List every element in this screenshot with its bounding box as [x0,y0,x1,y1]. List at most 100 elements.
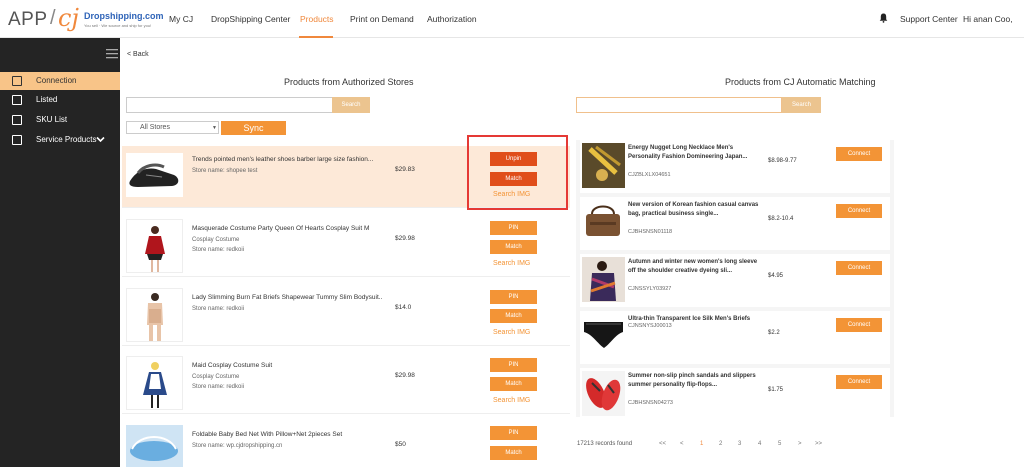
product-image [126,425,183,467]
product-image [582,314,625,359]
logo-cj-mark[interactable]: cj [58,4,79,32]
records-count: 17213 records found [577,441,633,447]
search-img-link[interactable]: Search IMG [493,397,530,404]
left-search-button[interactable]: Search [332,97,370,113]
bell-icon[interactable] [879,13,888,23]
pager-last[interactable]: >> [815,441,822,447]
match-button[interactable]: Match [490,309,537,323]
pin-button[interactable]: PIN [490,221,537,235]
product-title: Trends pointed men's leather shoes barbe… [192,156,374,163]
product-image [126,219,183,273]
nav-active-indicator [299,36,333,38]
nav-my-cj[interactable]: My CJ [169,14,193,24]
search-img-link[interactable]: Search IMG [493,260,530,267]
product-price: $29.83 [395,166,415,173]
top-navigation-bar: APP / cj Dropshipping.com You sell · We … [0,0,1024,38]
store-product-row: Maid Cosplay Costume Suit Cosplay Costum… [122,352,570,414]
cj-product-title: Summer non-slip pinch sandals and slippe… [628,373,756,388]
sidebar-item-label: Connection [36,76,77,85]
pager-prev[interactable]: < [680,441,684,447]
store-select[interactable]: All Stores [126,121,219,134]
right-search-button[interactable]: Search [782,97,821,113]
search-img-link[interactable]: Search IMG [493,329,530,336]
sidebar-item-listed[interactable]: Listed [0,91,120,109]
pager-page-2[interactable]: 2 [719,441,722,447]
nav-support-center[interactable]: Support Center [900,14,958,24]
store-name: Store name: wp.cjdropshipping.cn [192,443,283,449]
pin-button[interactable]: PIN [490,426,537,440]
pager-page-3[interactable]: 3 [738,441,741,447]
match-button[interactable]: Match [490,377,537,391]
pager-page-5[interactable]: 5 [778,441,781,447]
cj-product-title: New version of Korean fashion casual can… [628,202,759,217]
listed-icon [12,95,22,105]
menu-toggle-icon[interactable] [106,49,118,59]
connect-button[interactable]: Connect [836,147,882,161]
left-search-input[interactable] [126,97,333,113]
cj-product-row: Ultra-thin Transparent Ice Silk Men's Br… [580,311,890,364]
cj-product-row: New version of Korean fashion casual can… [580,197,890,250]
cj-product-row: Energy Nugget Long Necklace Men's Person… [580,140,890,193]
user-greeting[interactable]: Hi anan Coo, [963,14,1013,24]
sidebar-item-label: Listed [36,95,58,104]
cj-product-title: Energy Nugget Long Necklace Men's Person… [628,145,748,160]
left-panel-title: Products from Authorized Stores [284,77,414,87]
sidebar-item-label: SKU List [36,115,68,124]
sidebar-item-label: Service Products [36,135,97,144]
nav-print-on-demand[interactable]: Print on Demand [350,14,414,24]
logo-brand-text[interactable]: Dropshipping.com [84,11,164,21]
cj-product-price: $4.95 [768,273,784,279]
product-price: $29.98 [395,372,415,379]
cj-product-row: Autumn and winter new women's long sleev… [580,254,890,307]
cj-product-sku: CJNSNYSJ00013 [628,323,672,329]
product-price: $50 [395,441,406,448]
product-category: Cosplay Costume [192,374,240,380]
store-name: Store name: redkoii [192,247,245,253]
cj-product-sku: CJBHSNSN04273 [628,400,673,406]
product-image [126,288,183,342]
select-arrow-icon: ▼ [212,125,217,131]
pager-next[interactable]: > [798,441,802,447]
cj-product-sku: CJZBLXLX04651 [628,172,671,178]
pin-button[interactable]: PIN [490,358,537,372]
sidebar-item-service-products[interactable]: Service Products [0,131,120,149]
cj-product-price: $2.2 [768,330,780,336]
store-name: Store name: shopee test [192,168,258,174]
pager-page-4[interactable]: 4 [758,441,761,447]
connect-button[interactable]: Connect [836,375,882,389]
sync-button[interactable]: Sync [221,121,286,135]
store-name: Store name: redkoii [192,384,245,390]
connect-button[interactable]: Connect [836,204,882,218]
sidebar-item-connection[interactable]: Connection [0,72,120,90]
product-image [126,356,183,410]
connect-button[interactable]: Connect [836,261,882,275]
match-button[interactable]: Match [490,240,537,254]
store-product-row: Masquerade Costume Party Queen Of Hearts… [122,215,570,277]
product-image [582,143,625,188]
matching-results-panel: Energy Nugget Long Necklace Men's Person… [576,140,894,421]
match-button[interactable]: Match [490,446,537,460]
cj-product-title: Autumn and winter new women's long sleev… [628,259,758,274]
connection-icon [12,76,22,86]
product-category: Cosplay Costume [192,237,240,243]
cj-product-row: Summer non-slip pinch sandals and slippe… [580,368,890,421]
nav-products[interactable]: Products [300,14,334,24]
sku-list-icon [12,115,22,125]
pin-button[interactable]: PIN [490,290,537,304]
back-link[interactable]: < Back [127,51,149,58]
product-image [126,153,183,197]
sidebar-item-sku-list[interactable]: SKU List [0,111,120,129]
highlight-annotation-box [467,135,568,210]
nav-dropshipping-center[interactable]: DropShipping Center [211,14,290,24]
product-title: Masquerade Costume Party Queen Of Hearts… [192,225,370,232]
logo-app-text[interactable]: APP [8,9,48,31]
logo-slash: / [50,7,56,29]
pager-page-1[interactable]: 1 [700,441,703,447]
cj-product-price: $8.98-9.77 [768,158,797,164]
product-price: $14.0 [395,304,412,311]
right-search-input[interactable] [576,97,782,113]
pager-first[interactable]: << [659,441,666,447]
nav-authorization[interactable]: Authorization [427,14,477,24]
service-products-icon [12,135,22,145]
connect-button[interactable]: Connect [836,318,882,332]
